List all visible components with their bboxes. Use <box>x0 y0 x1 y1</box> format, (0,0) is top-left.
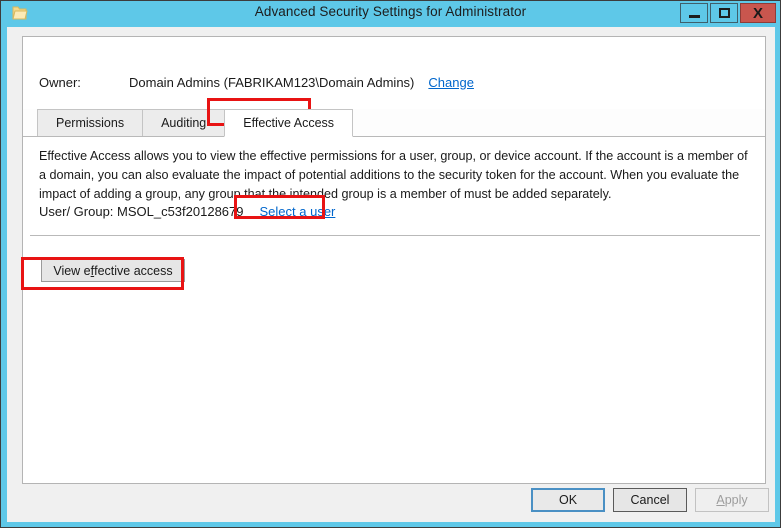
content-panel: Owner: Domain Admins (FABRIKAM123\Domain… <box>22 36 766 484</box>
change-owner-link[interactable]: Change <box>428 75 474 90</box>
apply-button: Apply <box>695 488 769 512</box>
tab-effective-access-label: Effective Access <box>243 116 335 130</box>
effective-access-description: Effective Access allows you to view the … <box>39 149 748 201</box>
dialog-body: Owner: Domain Admins (FABRIKAM123\Domain… <box>7 27 775 522</box>
advanced-security-settings-window: Advanced Security Settings for Administr… <box>0 0 781 528</box>
dialog-footer: OK Cancel Apply <box>7 482 775 522</box>
cancel-button[interactable]: Cancel <box>613 488 687 512</box>
close-button[interactable]: X <box>740 3 776 23</box>
select-a-user-link-suffix: ser <box>317 204 336 219</box>
tab-strip: Permissions Auditing Effective Access <box>23 109 765 137</box>
select-a-user-link[interactable]: Select a user <box>259 204 335 219</box>
owner-label: Owner: <box>39 75 81 90</box>
minimize-button[interactable] <box>680 3 708 23</box>
caption-button-group: X <box>680 3 776 23</box>
ok-button-label: OK <box>558 493 578 507</box>
tab-permissions-label: Permissions <box>56 116 125 130</box>
view-effective-access-button[interactable]: View e f fective access <box>41 259 185 282</box>
view-effective-access-prefix: View e <box>53 263 91 278</box>
cancel-button-label: Cancel <box>630 493 670 507</box>
apply-button-accel: A <box>716 493 725 507</box>
select-a-user-link-prefix: Select a <box>259 204 311 219</box>
tab-auditing-label: Auditing <box>161 116 207 130</box>
tab-permissions[interactable]: Permissions <box>37 109 144 136</box>
tab-auditing[interactable]: Auditing <box>142 109 226 136</box>
view-effective-access-suffix: fective access <box>94 263 173 278</box>
user-group-label: User/ Group: <box>39 204 114 219</box>
user-group-row: User/ Group: MSOL_c53f20128679 Select a … <box>39 204 335 219</box>
minimize-icon <box>688 14 700 18</box>
section-separator <box>30 235 760 236</box>
ok-button[interactable]: OK <box>531 488 605 512</box>
title-bar[interactable]: Advanced Security Settings for Administr… <box>1 1 780 27</box>
tab-effective-access[interactable]: Effective Access <box>224 109 354 137</box>
maximize-button[interactable] <box>710 3 738 23</box>
close-icon: X <box>752 4 763 22</box>
window-title: Advanced Security Settings for Administr… <box>254 4 527 19</box>
owner-value: Domain Admins (FABRIKAM123\Domain Admins… <box>129 75 415 90</box>
user-group-value: MSOL_c53f20128679 <box>117 204 244 219</box>
apply-button-label: pply <box>724 493 748 507</box>
maximize-icon <box>718 8 730 18</box>
owner-row: Owner: Domain Admins (FABRIKAM123\Domain… <box>39 75 474 90</box>
